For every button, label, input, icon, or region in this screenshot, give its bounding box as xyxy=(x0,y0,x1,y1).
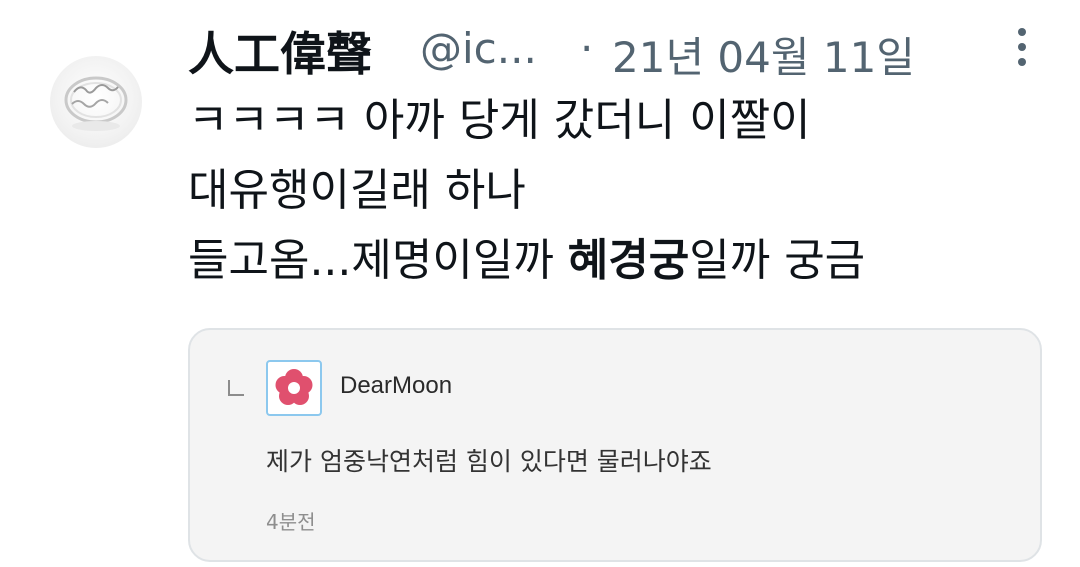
tweet-header: 人工偉聲 @ic... · 21년 04월 11일 xyxy=(188,14,1038,84)
reply-arrow-icon xyxy=(228,380,244,396)
tweet-bold-word: 혜경궁 xyxy=(567,235,690,286)
ring-avatar-image xyxy=(64,76,128,131)
author-display-name[interactable]: 人工偉聲 xyxy=(188,18,372,84)
quoted-image-card[interactable]: DearMoon 제가 엄중낙연처럼 힘이 있다면 물러나야죠 4분전 xyxy=(188,328,1042,562)
tweet-line-3-suffix: 일까 궁금 xyxy=(689,235,866,286)
pink-flower-icon xyxy=(275,369,313,405)
tweet-date[interactable]: 21년 04월 11일 xyxy=(612,24,915,85)
quote-timestamp: 4분전 xyxy=(266,510,316,534)
tweet-text: ㅋㅋㅋㅋ 아까 당게 갔더니 이짤이 대유행이길래 하나 들고옴...제명이일까… xyxy=(188,86,1048,296)
avatar[interactable] xyxy=(50,56,142,148)
quote-author-name: DearMoon xyxy=(340,372,453,399)
separator-dot: · xyxy=(580,24,594,73)
more-options-icon[interactable] xyxy=(1008,28,1036,80)
tweet-line-1: ㅋㅋㅋㅋ 아까 당게 갔더니 이짤이 xyxy=(188,95,811,146)
author-handle[interactable]: @ic... xyxy=(420,24,537,73)
tweet-line-3-prefix: 들고옴...제명이일까 xyxy=(188,235,568,286)
quote-comment-text: 제가 엄중낙연처럼 힘이 있다면 물러나야죠 xyxy=(266,447,712,476)
quote-avatar xyxy=(266,360,322,416)
tweet-line-3: 들고옴...제명이일까 혜경궁일까 궁금 xyxy=(188,226,1048,296)
tweet-line-2: 대유행이길래 하나 xyxy=(188,165,526,216)
